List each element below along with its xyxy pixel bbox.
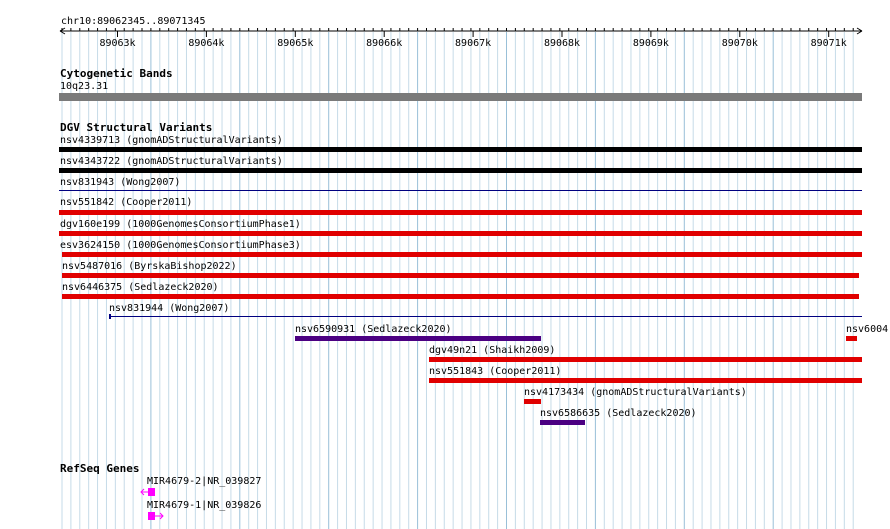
feature-label: nsv6586635 (Sedlazeck2020) — [540, 408, 697, 419]
feature-label: nsv6004 — [846, 324, 889, 335]
refseq-track-title: RefSeq Genes — [60, 462, 140, 475]
variant-bar[interactable] — [59, 168, 862, 173]
ruler-tick-label: 89068k — [544, 38, 580, 49]
feature-label: nsv6446375 (Sedlazeck2020) — [62, 282, 219, 293]
variant-bar[interactable] — [846, 336, 857, 341]
variant-bar[interactable] — [62, 294, 859, 299]
variant-bar[interactable] — [524, 399, 541, 404]
locus-label: chr10:89062345..89071345 — [61, 16, 206, 27]
variant-bar[interactable] — [429, 378, 862, 383]
variant-bar[interactable] — [59, 147, 862, 152]
variant-bar[interactable] — [59, 231, 862, 236]
variant-bar[interactable] — [295, 336, 541, 341]
cytoband-bar[interactable] — [59, 93, 862, 101]
feature-label: nsv551842 (Cooper2011) — [60, 197, 193, 208]
ruler-tick-label: 89064k — [188, 38, 224, 49]
coordinate-ruler: 89063k 89064k 89065k 89066k 89067k 89068k 8906… — [59, 27, 863, 49]
ruler-tick-label: 89063k — [99, 38, 135, 49]
feature-label: nsv551843 (Cooper2011) — [429, 366, 562, 377]
gene-label: MIR4679-1|NR_039826 — [147, 500, 262, 511]
variant-bar[interactable] — [59, 190, 862, 191]
variant-bar[interactable] — [109, 316, 862, 317]
gene-glyph-minus-strand[interactable] — [139, 486, 159, 498]
gene-glyph-plus-strand[interactable] — [147, 510, 167, 522]
variant-bar[interactable] — [62, 273, 859, 278]
ruler-tick-label: 89070k — [722, 38, 758, 49]
variant-bar-start — [109, 314, 111, 319]
feature-label: nsv5487016 (ByrskaBishop2022) — [62, 261, 237, 272]
variant-bar[interactable] — [429, 357, 862, 362]
feature-label: nsv4343722 (gnomADStructuralVariants) — [60, 156, 283, 167]
cytobands-track-title: Cytogenetic Bands — [60, 67, 173, 80]
feature-label: dgv160e199 (1000GenomesConsortiumPhase1) — [60, 219, 301, 230]
variant-bar[interactable] — [59, 210, 862, 215]
dgv-track-title: DGV Structural Variants — [60, 121, 213, 134]
ruler-tick-label: 89066k — [366, 38, 402, 49]
feature-label: nsv6590931 (Sedlazeck2020) — [295, 324, 452, 335]
feature-label: esv3624150 (1000GenomesConsortiumPhase3) — [60, 240, 301, 251]
feature-label: nsv4339713 (gnomADStructuralVariants) — [60, 135, 283, 146]
gene-label: MIR4679-2|NR_039827 — [147, 476, 262, 487]
ruler-tick-label: 89067k — [455, 38, 491, 49]
variant-bar[interactable] — [62, 252, 862, 257]
ruler-tick-label: 89071k — [811, 38, 847, 49]
feature-label: nsv831943 (Wong2007) — [60, 177, 181, 188]
ruler-tick-label: 89069k — [633, 38, 669, 49]
variant-bar[interactable] — [540, 420, 585, 425]
feature-label: nsv831944 (Wong2007) — [109, 303, 230, 314]
feature-label: nsv4173434 (gnomADStructuralVariants) — [524, 387, 747, 398]
feature-label: dgv49n21 (Shaikh2009) — [429, 345, 556, 356]
cytoband-label: 10q23.31 — [60, 81, 109, 92]
ruler-tick-label: 89065k — [277, 38, 313, 49]
